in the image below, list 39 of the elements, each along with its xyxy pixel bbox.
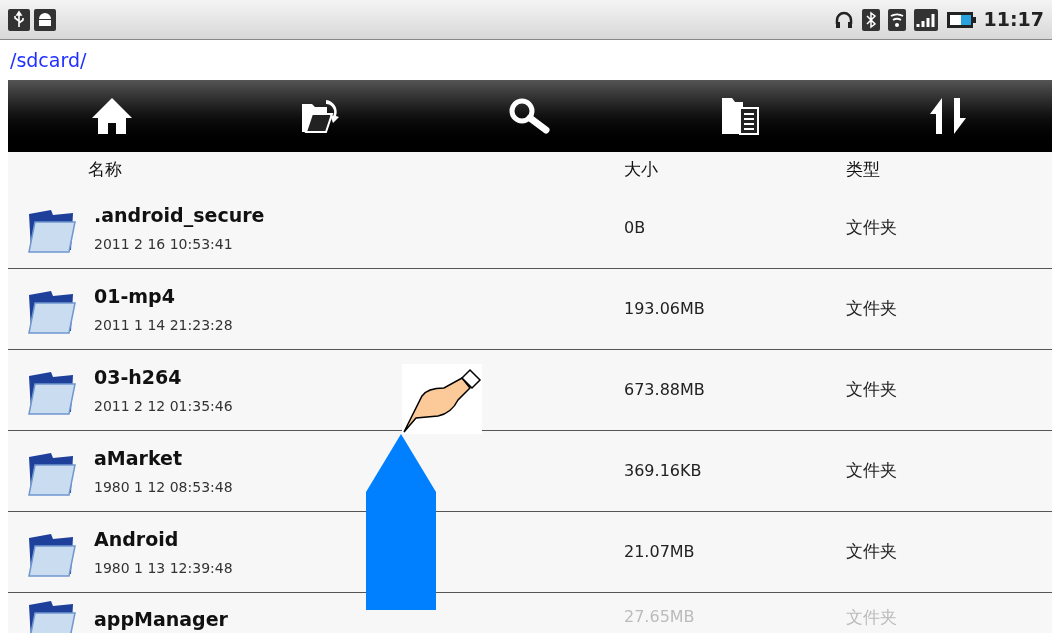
file-type: 文件夹 xyxy=(846,379,897,400)
file-type: 文件夹 xyxy=(846,541,897,562)
file-type: 文件夹 xyxy=(846,460,897,481)
battery-icon xyxy=(945,9,976,30)
file-row[interactable]: 01-mp4 2011 1 14 21:23:28 193.06MB 文件夹 xyxy=(8,269,1052,350)
file-size: 193.06MB xyxy=(624,299,705,318)
column-header: 名称 xyxy=(88,159,122,180)
file-name: 01-mp4 xyxy=(94,284,176,310)
file-type: 文件夹 xyxy=(846,217,897,238)
file-size: 673.88MB xyxy=(624,380,705,399)
file-name: Android xyxy=(94,527,180,553)
column-header: 大小 xyxy=(624,159,658,180)
file-type: 文件夹 xyxy=(846,607,897,627)
home-icon[interactable] xyxy=(90,96,134,136)
file-row[interactable]: appManager 27.65MB 文件夹 xyxy=(8,593,1052,633)
file-date: 1980 1 12 08:53:48 xyxy=(94,477,233,497)
file-size: 0B xyxy=(624,218,646,237)
file-name: aMarket xyxy=(94,446,183,472)
file-name: 03-h264 xyxy=(94,365,183,391)
file-size: 27.65MB xyxy=(624,607,695,626)
file-date: 2011 1 14 21:23:28 xyxy=(94,315,233,335)
file-name: appManager xyxy=(94,606,228,632)
bluetooth-icon xyxy=(861,8,880,31)
file-date: 2011 2 16 10:53:41 xyxy=(94,234,234,254)
file-size: 369.16KB xyxy=(624,461,702,480)
column-header: 类型 xyxy=(846,159,880,180)
usb-icon xyxy=(8,8,30,31)
path-text: /sdcard/ xyxy=(10,47,87,73)
file-row[interactable]: .android_secure 2011 2 16 10:53:41 0B 文件夹 xyxy=(8,188,1052,269)
file-size: 21.07MB xyxy=(624,542,695,561)
file-name: .android_secure xyxy=(94,203,265,229)
pointing-hand-icon xyxy=(402,364,482,434)
file-date: 2011 2 12 01:35:46 xyxy=(94,396,233,416)
signal-icon xyxy=(913,8,938,31)
file-type: 文件夹 xyxy=(846,298,897,319)
clock-time: 11:17 xyxy=(983,7,1044,33)
file-date: 1980 1 13 12:39:48 xyxy=(94,558,233,578)
headphones-icon xyxy=(833,9,854,30)
wifi-icon xyxy=(887,8,906,31)
